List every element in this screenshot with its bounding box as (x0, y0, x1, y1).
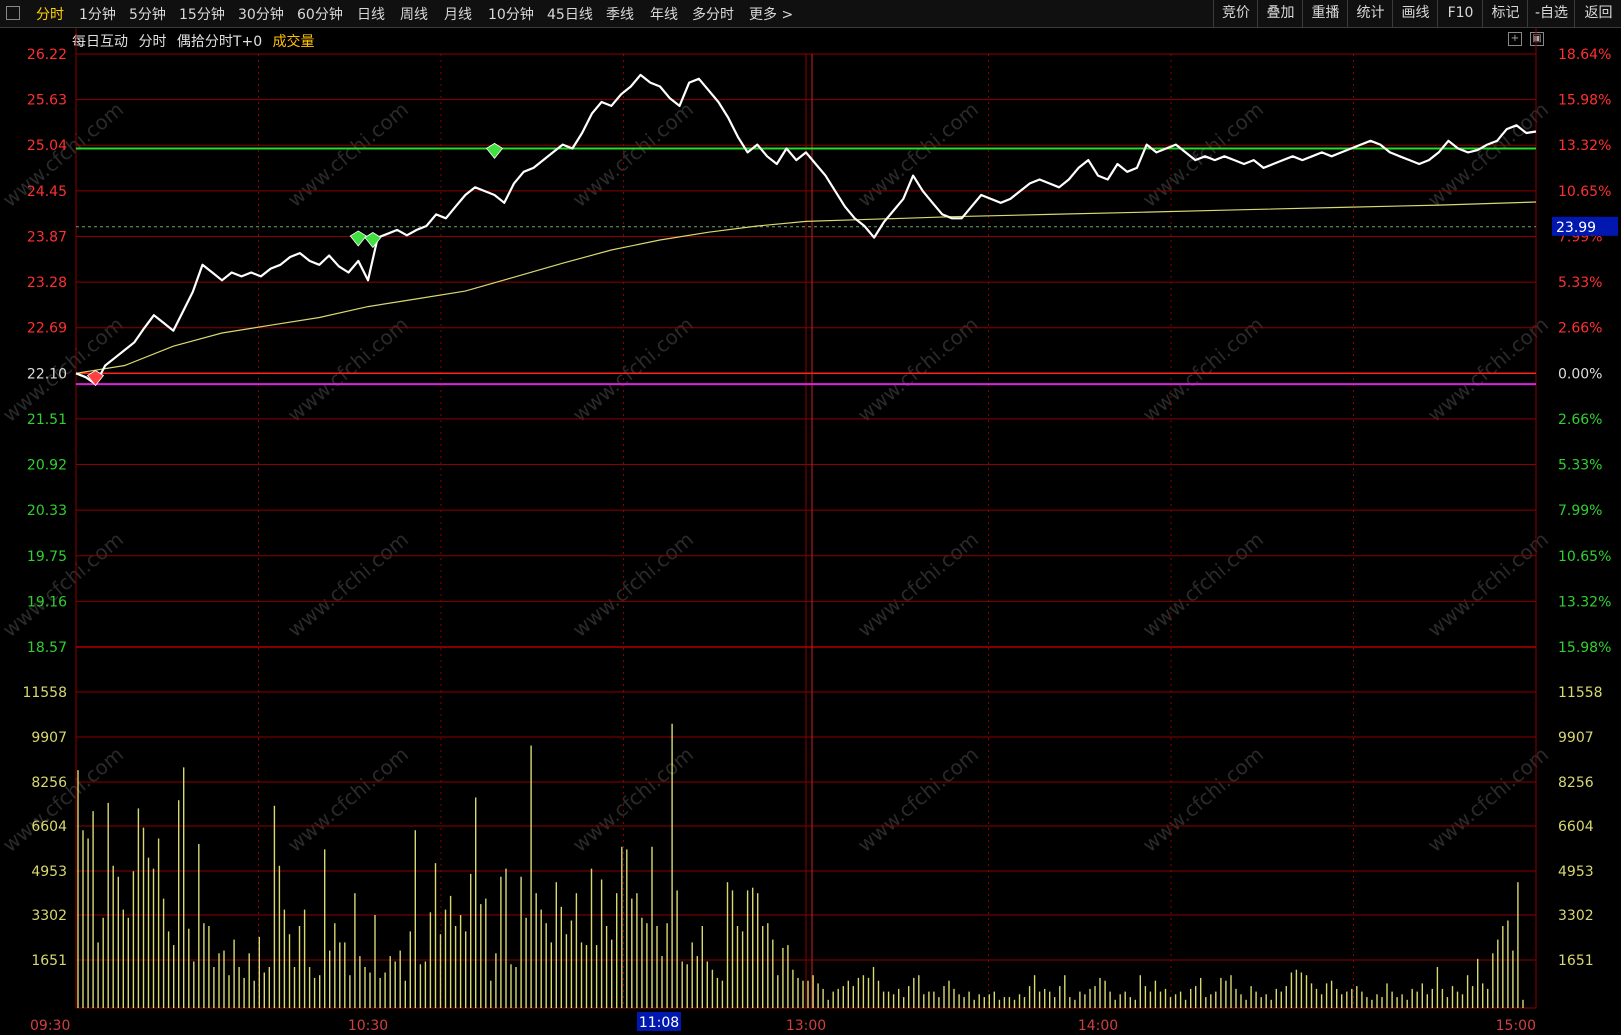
percent-tick-label: 10.65% (1558, 549, 1611, 565)
period-tab-3[interactable]: 15分钟 (179, 4, 225, 24)
watermark: www.cfchi.com (853, 312, 983, 427)
percent-tick-label: 13.32% (1558, 138, 1611, 154)
watermark: www.cfchi.com (1423, 97, 1553, 212)
percent-tick-label: 18.64% (1558, 47, 1611, 63)
window-icon[interactable] (6, 6, 20, 20)
price-tick-label: 20.92 (27, 458, 67, 474)
watermark: www.cfchi.com (283, 742, 413, 857)
volume-tick-label-right: 4953 (1558, 864, 1594, 880)
time-label: 14:00 (1078, 1018, 1118, 1034)
period-tab-7[interactable]: 周线 (400, 4, 428, 24)
toolbar-button-2[interactable]: 重播 (1302, 0, 1348, 27)
watermark: www.cfchi.com (1138, 742, 1268, 857)
watermark: www.cfchi.com (1423, 742, 1553, 857)
period-tab-11[interactable]: 季线 (606, 4, 634, 24)
volume-tick-label-right: 6604 (1558, 819, 1594, 835)
watermark: www.cfchi.com (568, 312, 698, 427)
watermark: www.cfchi.com (0, 527, 128, 642)
toolbar-button-3[interactable]: 统计 (1347, 0, 1393, 27)
toolbar-button-8[interactable]: 返回 (1574, 0, 1621, 27)
price-tick-label: 22.69 (27, 321, 67, 337)
volume-tick-label-right: 3302 (1558, 908, 1594, 924)
percent-tick-label: 15.98% (1558, 640, 1611, 656)
price-tick-label: 25.04 (27, 138, 67, 154)
period-tab-4[interactable]: 30分钟 (238, 4, 284, 24)
watermark: www.cfchi.com (853, 742, 983, 857)
period-tab-0[interactable]: 分时 (36, 4, 64, 24)
watermark: www.cfchi.com (1138, 527, 1268, 642)
volume-tick-label: 4953 (31, 864, 67, 880)
price-tick-label: 20.33 (27, 503, 67, 519)
toolbar-button-6[interactable]: 标记 (1482, 0, 1528, 27)
toolbar-button-0[interactable]: 竞价 (1213, 0, 1258, 27)
percent-tick-label: 2.66% (1558, 321, 1602, 337)
watermark: www.cfchi.com (283, 97, 413, 212)
period-tab-13[interactable]: 多分时 (692, 4, 734, 24)
period-tab-14[interactable]: 更多 > (749, 4, 793, 24)
volume-tick-label-right: 9907 (1558, 730, 1594, 746)
time-label: 15:00 (1496, 1018, 1536, 1034)
buy-signal-marker (364, 232, 382, 249)
volume-tick-label-right: 1651 (1558, 953, 1594, 969)
watermark: www.cfchi.com (1138, 312, 1268, 427)
volume-tick-label: 11558 (22, 685, 67, 701)
watermark: www.cfchi.com (568, 742, 698, 857)
time-label: 13:00 (786, 1018, 826, 1034)
volume-tick-label: 1651 (31, 953, 67, 969)
period-tab-2[interactable]: 5分钟 (129, 4, 166, 24)
volume-tick-label-right: 8256 (1558, 775, 1594, 791)
watermark: www.cfchi.com (853, 527, 983, 642)
buy-signal-marker (349, 230, 367, 247)
percent-tick-label: 15.98% (1558, 93, 1611, 109)
volume-tick-label: 9907 (31, 730, 67, 746)
price-tick-label: 19.75 (27, 549, 67, 565)
price-tick-label: 21.51 (27, 412, 67, 428)
current-price-label: 23.99 (1556, 220, 1596, 236)
period-tab-8[interactable]: 月线 (444, 4, 472, 24)
volume-tick-label-right: 11558 (1558, 685, 1603, 701)
price-tick-label: 26.22 (27, 47, 67, 63)
watermark: www.cfchi.com (283, 527, 413, 642)
period-toolbar: 分时 1分钟 5分钟 15分钟 30分钟 60分钟 日线 周线 月线 10分钟 45日线 季线 年线 多分… (0, 0, 1621, 28)
price-tick-label: 22.10 (27, 366, 67, 382)
period-tab-6[interactable]: 日线 (357, 4, 385, 24)
price-tick-label: 24.45 (27, 184, 67, 200)
intraday-chart[interactable]: www.cfchi.com www.cfchi.com www.cfchi.com w… (0, 28, 1621, 1035)
percent-tick-label: 2.66% (1558, 412, 1602, 428)
percent-tick-label: 5.33% (1558, 275, 1602, 291)
volume-tick-label: 6604 (31, 819, 67, 835)
period-tab-9[interactable]: 10分钟 (488, 4, 534, 24)
volume-tick-label: 8256 (31, 775, 67, 791)
watermark: www.cfchi.com (568, 97, 698, 212)
percent-tick-label: 10.65% (1558, 184, 1611, 200)
toolbar-button-7[interactable]: -自选 (1527, 0, 1575, 27)
period-tab-10[interactable]: 45日线 (547, 4, 593, 24)
price-tick-label: 23.28 (27, 275, 67, 291)
toolbar-button-1[interactable]: 叠加 (1257, 0, 1303, 27)
time-label: 10:30 (348, 1018, 388, 1034)
watermark: www.cfchi.com (1138, 97, 1268, 212)
toolbar-button-5[interactable]: F10 (1437, 0, 1483, 27)
watermark: www.cfchi.com (1423, 527, 1553, 642)
period-tab-5[interactable]: 60分钟 (297, 4, 343, 24)
toolbar-button-4[interactable]: 画线 (1392, 0, 1438, 27)
period-tab-1[interactable]: 1分钟 (79, 4, 116, 24)
watermark: www.cfchi.com (853, 97, 983, 212)
crosshair-time: 11:08 (639, 1015, 679, 1031)
volume-tick-label: 3302 (31, 908, 67, 924)
price-tick-label: 25.63 (27, 93, 67, 109)
time-label: 09:30 (30, 1018, 70, 1034)
price-tick-label: 23.87 (27, 229, 67, 245)
watermark: www.cfchi.com (283, 312, 413, 427)
price-tick-label: 18.57 (27, 640, 67, 656)
percent-tick-label: 0.00% (1558, 366, 1602, 382)
price-tick-label: 19.16 (27, 594, 67, 610)
percent-tick-label: 7.99% (1558, 503, 1602, 519)
period-tab-12[interactable]: 年线 (650, 4, 678, 24)
percent-tick-label: 13.32% (1558, 594, 1611, 610)
watermark: www.cfchi.com (1423, 312, 1553, 427)
percent-tick-label: 5.33% (1558, 458, 1602, 474)
watermark: www.cfchi.com (568, 527, 698, 642)
